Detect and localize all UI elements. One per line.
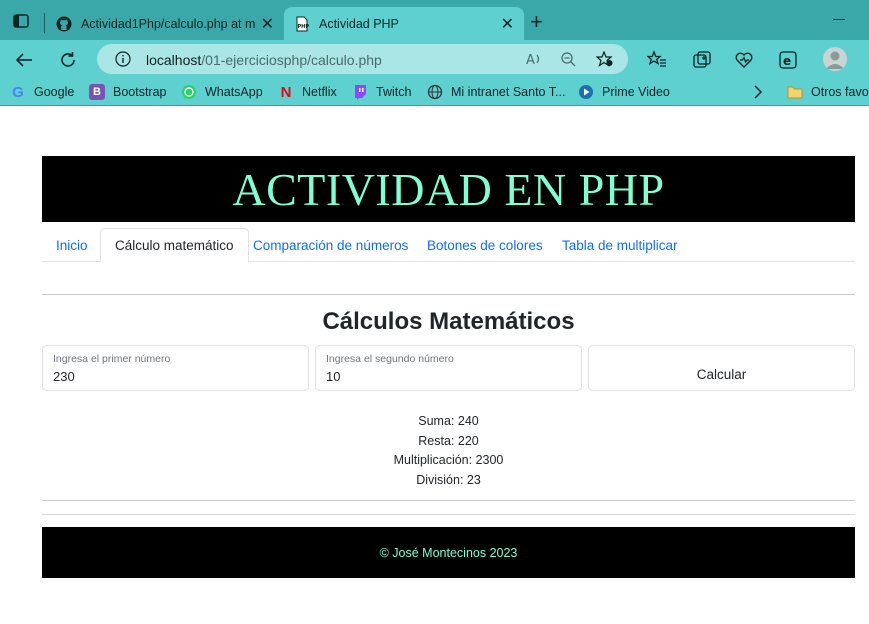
browser-essentials-icon[interactable] bbox=[734, 50, 754, 70]
svg-text:A: A bbox=[526, 53, 535, 67]
back-arrow-icon bbox=[15, 53, 32, 67]
second-number-value[interactable]: 10 bbox=[326, 369, 340, 384]
other-favorites-folder[interactable]: Otros favor bbox=[787, 83, 869, 101]
divider bbox=[42, 500, 855, 501]
section-title: Cálculos Matemáticos bbox=[322, 308, 575, 335]
add-favorite-icon[interactable] bbox=[596, 51, 614, 67]
bookmark-whatsapp[interactable]: WhatsApp bbox=[181, 83, 263, 101]
favorites-icon[interactable] bbox=[647, 50, 667, 70]
tab-tabla-multiplicar[interactable]: Tabla de multiplicar bbox=[548, 228, 692, 262]
web-page: ACTIVIDAD EN PHP Inicio Cálculo matemáti… bbox=[0, 110, 869, 624]
github-icon bbox=[56, 16, 72, 31]
reload-icon bbox=[61, 52, 75, 67]
footer-text: © José Montecinos 2023 bbox=[379, 545, 518, 560]
twitch-icon bbox=[352, 84, 368, 100]
second-number-field[interactable]: Ingresa el segundo número 10 bbox=[315, 345, 582, 391]
bookmark-label: Otros favor bbox=[811, 85, 869, 99]
collections-icon[interactable] bbox=[692, 50, 712, 70]
nav-tabs: Inicio Cálculo matemático Comparación de… bbox=[42, 228, 855, 263]
tab-title: Actividad PHP bbox=[319, 16, 399, 31]
svg-text:e: e bbox=[783, 54, 791, 68]
tab-title: Actividad1Php/calculo.php at ma bbox=[81, 16, 255, 31]
url-text: localhost/01-ejerciciosphp/calculo.php bbox=[146, 52, 382, 68]
new-tab-icon[interactable]: + bbox=[530, 11, 543, 33]
bookmark-label: Prime Video bbox=[602, 85, 670, 99]
bookmark-google[interactable]: G Google bbox=[10, 83, 74, 101]
bookmark-netflix[interactable]: N Netflix bbox=[278, 83, 337, 101]
google-icon: G bbox=[12, 83, 24, 101]
globe-icon bbox=[427, 84, 443, 100]
result-multiplication: Multiplicación: 2300 bbox=[393, 453, 504, 467]
tab-botones-colores[interactable]: Botones de colores bbox=[413, 228, 557, 262]
browser-tab-github[interactable]: Actividad1Php/calculo.php at ma ✕ bbox=[46, 7, 284, 40]
bookmark-label: Bootstrap bbox=[113, 85, 167, 99]
bookmarks-overflow-button[interactable] bbox=[752, 83, 764, 101]
bookmark-prime-video[interactable]: Prime Video bbox=[578, 83, 670, 101]
profile-avatar[interactable] bbox=[823, 47, 847, 71]
page-title: ACTIVIDAD EN PHP bbox=[232, 163, 665, 215]
svg-text:PHP: PHP bbox=[298, 24, 310, 30]
results-list: Suma: 240 Resta: 220 Multiplicación: 230… bbox=[42, 412, 855, 490]
divider bbox=[42, 514, 855, 515]
result-sum: Suma: 240 bbox=[418, 414, 479, 428]
tab-inicio[interactable]: Inicio bbox=[42, 228, 102, 262]
chevron-right-icon bbox=[754, 85, 763, 99]
second-number-label: Ingresa el segundo número bbox=[326, 353, 454, 365]
first-number-value[interactable]: 230 bbox=[53, 369, 75, 384]
browser-toolbar: localhost/01-ejerciciosphp/calculo.php A… bbox=[0, 40, 869, 78]
divider bbox=[42, 294, 855, 295]
address-bar[interactable]: localhost/01-ejerciciosphp/calculo.php A bbox=[97, 44, 628, 74]
php-icon: PHP bbox=[296, 16, 310, 31]
first-number-label: Ingresa el primer número bbox=[53, 353, 171, 365]
browser-tab-actividad-php[interactable]: PHP Actividad PHP ✕ bbox=[284, 7, 524, 40]
prime-video-icon bbox=[578, 84, 594, 100]
bookmark-label: WhatsApp bbox=[205, 85, 263, 99]
site-info-icon[interactable] bbox=[115, 51, 131, 67]
whatsapp-icon bbox=[181, 84, 197, 100]
bookmark-label: Google bbox=[34, 85, 75, 99]
minimize-window-icon[interactable] bbox=[833, 19, 845, 20]
tab-calculo-matematico[interactable]: Cálculo matemático bbox=[100, 228, 249, 263]
bookmark-bootstrap[interactable]: B Bootstrap bbox=[89, 83, 167, 101]
bootstrap-icon: B bbox=[89, 84, 105, 100]
close-tab-icon[interactable]: ✕ bbox=[261, 14, 274, 34]
calculate-button[interactable]: Calcular bbox=[588, 345, 855, 391]
bookmark-label: Twitch bbox=[376, 85, 412, 99]
netflix-icon: N bbox=[280, 83, 292, 101]
tab-actions-button[interactable] bbox=[8, 10, 34, 32]
bookmark-intranet[interactable]: Mi intranet Santo T... bbox=[427, 83, 565, 101]
tab-comparacion-numeros[interactable]: Comparación de números bbox=[239, 228, 422, 262]
first-number-field[interactable]: Ingresa el primer número 230 bbox=[42, 345, 309, 391]
zoom-out-icon[interactable] bbox=[560, 51, 578, 67]
bookmark-label: Netflix bbox=[302, 85, 337, 99]
internet-explorer-mode-icon[interactable]: e bbox=[778, 50, 798, 70]
folder-icon bbox=[787, 84, 803, 100]
tab-actions-icon bbox=[13, 14, 29, 28]
url-path: /01-ejerciciosphp/calculo.php bbox=[201, 52, 382, 68]
result-subtraction: Resta: 220 bbox=[418, 433, 479, 448]
user-icon bbox=[826, 51, 844, 69]
close-tab-icon[interactable]: ✕ bbox=[501, 14, 514, 34]
url-host: localhost bbox=[146, 52, 202, 68]
read-aloud-icon[interactable]: A bbox=[525, 51, 543, 67]
page-header: ACTIVIDAD EN PHP bbox=[42, 156, 855, 222]
reload-button[interactable] bbox=[57, 49, 79, 71]
bookmarks-bar: G Google B Bootstrap WhatsApp N Netflix … bbox=[0, 78, 869, 106]
result-division: División: 23 bbox=[416, 472, 481, 487]
tab-separator bbox=[44, 13, 45, 33]
bookmark-label: Mi intranet Santo T... bbox=[451, 85, 566, 99]
page-footer: © José Montecinos 2023 bbox=[42, 527, 855, 578]
back-button[interactable] bbox=[13, 49, 35, 71]
browser-tab-bar: Actividad1Php/calculo.php at ma ✕ PHP Ac… bbox=[0, 0, 869, 40]
bookmark-twitch[interactable]: Twitch bbox=[352, 83, 411, 101]
